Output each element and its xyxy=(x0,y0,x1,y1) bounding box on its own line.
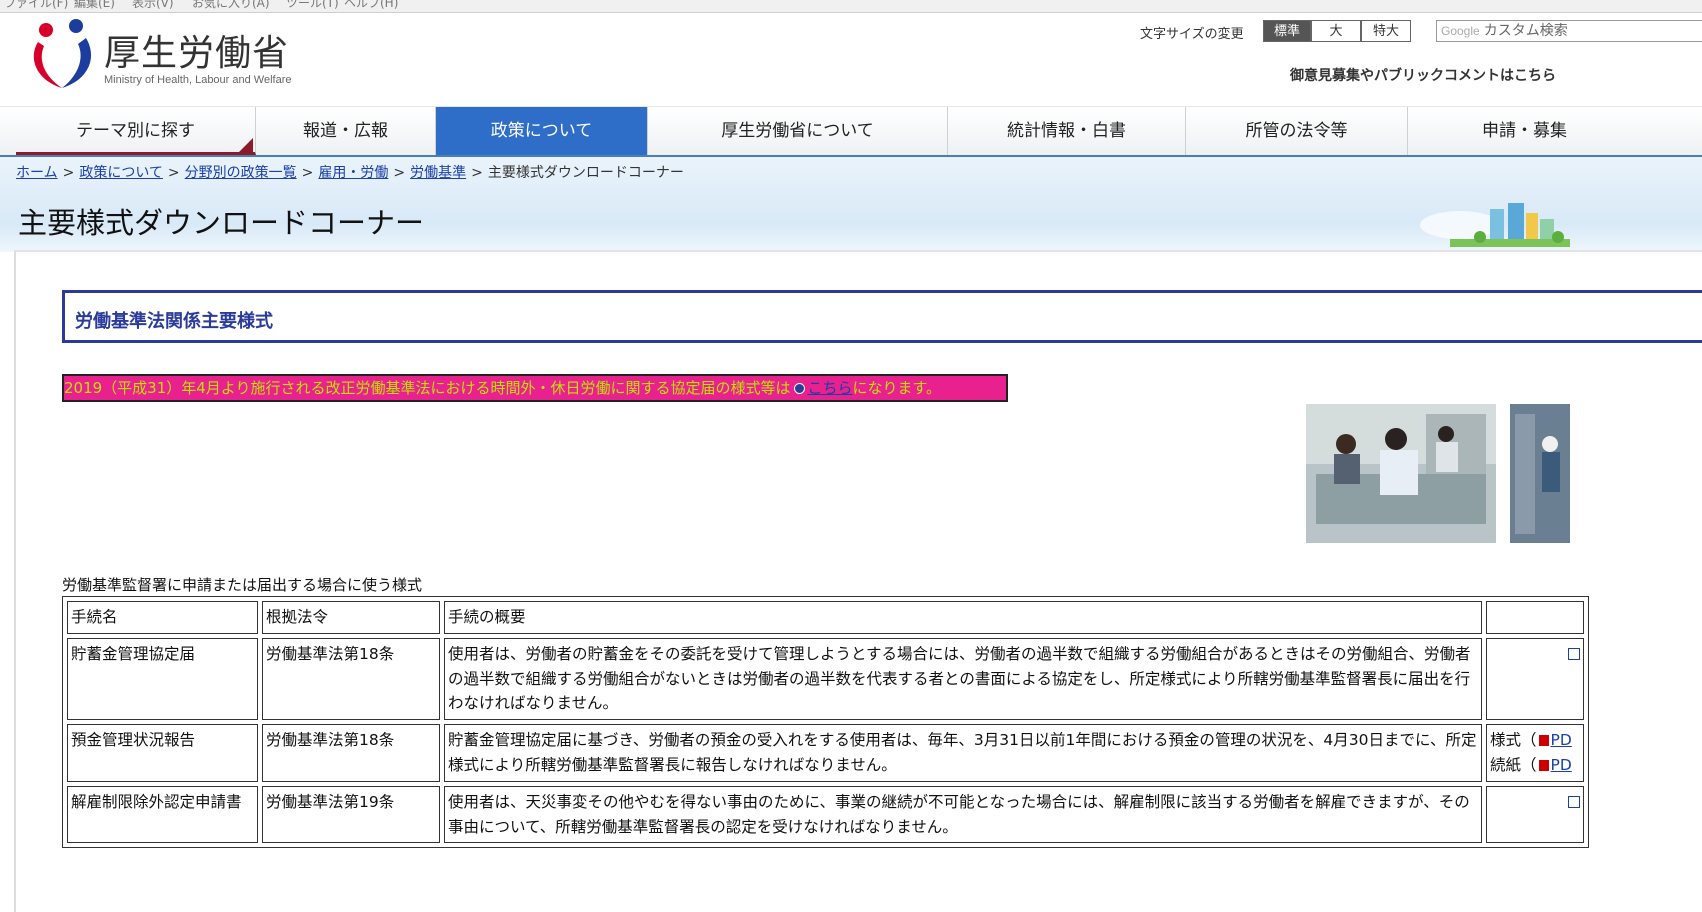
row-forms xyxy=(1486,785,1584,844)
office-photo xyxy=(1306,404,1496,543)
row-forms xyxy=(1486,637,1584,721)
table-row: 解雇制限除外認定申請書 労働基準法第19条 使用者は、天災事変その他やむを得ない… xyxy=(67,785,1584,844)
table-row: 貯蓄金管理協定届 労働基準法第18条 使用者は、労働者の貯蓄金をその委託を受けて… xyxy=(67,637,1584,721)
external-link-icon[interactable] xyxy=(1568,796,1580,809)
row-procedure: 解雇制限除外認定申請書 xyxy=(67,785,258,844)
row-summary: 貯蓄金管理協定届に基づき、労働者の預金の受入れをする使用者は、毎年、3月31日以… xyxy=(444,724,1482,782)
table-row: 預金管理状況報告 労働基準法第18条 貯蓄金管理協定届に基づき、労働者の預金の受… xyxy=(67,724,1584,782)
notice-text: 2019（平成31）年4月より施行される改正労働基準法における時間外・休日労働に… xyxy=(64,379,791,397)
row-procedure: 預金管理状況報告 xyxy=(67,724,258,782)
nav-press[interactable]: 報道・広報 xyxy=(256,107,436,155)
factory-photo xyxy=(1510,404,1570,543)
row-law: 労働基準法第18条 xyxy=(262,724,440,782)
nav-arrow-icon xyxy=(239,138,253,152)
breadcrumb-policy-list[interactable]: 分野別の政策一覧 xyxy=(185,165,297,181)
breadcrumb: ホーム > 政策について > 分野別の政策一覧 > 雇用・労働 > 労働基準 > 主要様式ダウンロー… xyxy=(16,165,684,181)
row-summary: 使用者は、労働者の貯蓄金をその委託を受けて管理しようとする場合には、労働者の過半… xyxy=(444,637,1482,721)
font-size-xlarge-button[interactable]: 特大 xyxy=(1361,20,1411,42)
row-procedure: 貯蓄金管理協定届 xyxy=(67,637,258,721)
nav-laws[interactable]: 所管の法令等 xyxy=(1186,107,1408,155)
main-nav: テーマ別に探す 報道・広報 政策について 厚生労働省について 統計情報・白書 所… xyxy=(0,106,1702,158)
opinion-link[interactable]: 御意見募集やパブリックコメントはこちら xyxy=(1290,65,1556,85)
page-title: 主要様式ダウンロードコーナー xyxy=(18,206,425,240)
revision-notice: 2019（平成31）年4月より施行される改正労働基準法における時間外・休日労働に… xyxy=(62,374,1008,402)
font-size-standard-button[interactable]: 標準 xyxy=(1263,20,1311,42)
city-illustration xyxy=(1420,203,1570,247)
nav-applications[interactable]: 申請・募集 xyxy=(1408,107,1702,155)
header-procedure: 手続名 xyxy=(67,601,258,634)
header-summary: 手続の概要 xyxy=(444,601,1482,634)
breadcrumb-policy[interactable]: 政策について xyxy=(79,165,163,181)
nav-policy[interactable]: 政策について xyxy=(436,107,648,155)
font-size-label: 文字サイズの変更 xyxy=(1140,27,1244,42)
nav-about[interactable]: 厚生労働省について xyxy=(648,107,948,155)
pdf-link[interactable]: PD xyxy=(1551,756,1572,774)
bullet-icon xyxy=(793,383,805,394)
table-caption: 労働基準監督署に申請または届出する場合に使う様式 xyxy=(62,576,423,594)
mhlw-logo-icon[interactable] xyxy=(28,18,96,90)
menu-help[interactable]: ヘルプ(H) xyxy=(344,0,398,11)
notice-text-after: になります。 xyxy=(852,379,942,397)
row-law: 労働基準法第19条 xyxy=(262,785,440,844)
site-title[interactable]: 厚生労働省 xyxy=(104,24,289,76)
menu-view[interactable]: 表示(V) xyxy=(132,0,174,11)
nav-theme[interactable]: テーマ別に探す xyxy=(16,107,256,155)
breadcrumb-labor-standards[interactable]: 労働基準 xyxy=(410,165,466,181)
menu-edit[interactable]: 編集(E) xyxy=(74,0,115,11)
search-input[interactable]: Google カスタム検索 xyxy=(1436,20,1702,42)
table-header-row: 手続名 根拠法令 手続の概要 xyxy=(67,601,1584,634)
notice-link[interactable]: こちら xyxy=(808,379,853,397)
section-header-box: 労働基準法関係主要様式 xyxy=(62,290,1702,343)
site-subtitle: Ministry of Health, Labour and Welfare xyxy=(104,74,292,86)
section-title: 労働基準法関係主要様式 xyxy=(75,311,273,332)
search-placeholder: カスタム検索 xyxy=(1483,23,1568,39)
nav-statistics[interactable]: 統計情報・白書 xyxy=(948,107,1186,155)
menu-tools[interactable]: ツール(T) xyxy=(286,0,339,11)
menu-favorites[interactable]: お気に入り(A) xyxy=(192,0,270,11)
pdf-icon xyxy=(1538,735,1549,747)
form-label: 様式（ xyxy=(1490,731,1537,750)
header-law: 根拠法令 xyxy=(262,601,440,634)
breadcrumb-employment[interactable]: 雇用・労働 xyxy=(318,165,388,181)
row-law: 労働基準法第18条 xyxy=(262,637,440,721)
google-brand: Google xyxy=(1441,24,1480,38)
font-size-large-button[interactable]: 大 xyxy=(1311,20,1361,42)
breadcrumb-current: 主要様式ダウンロードコーナー xyxy=(487,165,684,181)
external-link-icon[interactable] xyxy=(1568,648,1580,661)
pdf-icon xyxy=(1538,759,1549,771)
continuation-label: 続紙（ xyxy=(1490,755,1537,774)
menu-file[interactable]: ファイル(F) xyxy=(4,0,68,11)
header-forms xyxy=(1486,601,1584,634)
row-summary: 使用者は、天災事変その他やむを得ない事由のために、事業の継続が不可能となった場合… xyxy=(444,785,1482,844)
pdf-link[interactable]: PD xyxy=(1551,731,1572,749)
breadcrumb-home[interactable]: ホーム xyxy=(16,165,58,181)
forms-table: 手続名 根拠法令 手続の概要 貯蓄金管理協定届 労働基準法第18条 使用者は、労… xyxy=(62,596,1589,849)
browser-menu-bar: ファイル(F) 編集(E) 表示(V) お気に入り(A) ツール(T) ヘルプ(… xyxy=(0,0,1702,13)
row-forms: 様式（ PD 続紙（ PD xyxy=(1486,724,1584,782)
